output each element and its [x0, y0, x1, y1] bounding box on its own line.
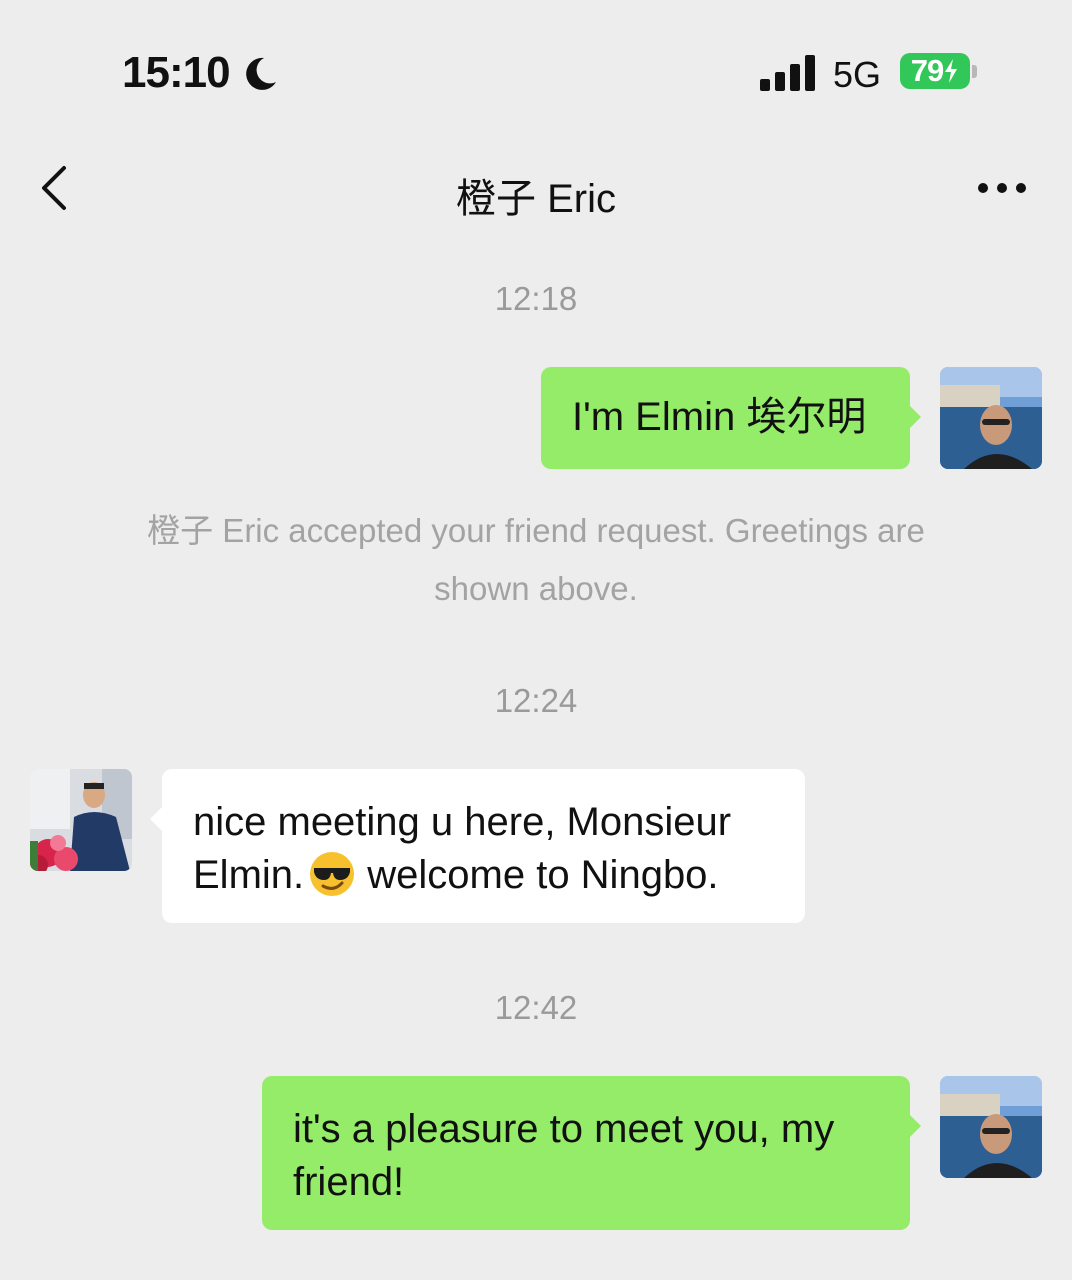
battery-level: 79: [910, 53, 944, 88]
message-bubble-incoming[interactable]: nice meeting u here, Monsieur Elmin. wel…: [162, 769, 805, 923]
avatar-self[interactable]: [940, 1076, 1042, 1178]
timestamp: 12:24: [494, 682, 578, 719]
bubble-tail: [909, 405, 921, 429]
system-note: 橙子 Eric accepted your friend request. Gr…: [147, 512, 925, 607]
message-bubble-outgoing[interactable]: it's a pleasure to meet you, my friend!: [262, 1076, 910, 1230]
charging-bolt-icon: [945, 59, 958, 83]
bubble-tail: [150, 807, 162, 831]
message-text: I'm Elmin 埃尔明: [572, 395, 867, 439]
sunglasses-emoji-icon: [310, 852, 355, 896]
battery-nub: [972, 65, 977, 78]
chat-title: 橙子 Eric: [456, 177, 616, 221]
message-bubble-outgoing[interactable]: I'm Elmin 埃尔明: [541, 367, 910, 469]
avatar-self[interactable]: [940, 367, 1042, 469]
status-time: 15:10: [122, 48, 231, 97]
signal-icon: [760, 55, 815, 91]
timestamp: 12:42: [494, 989, 578, 1026]
message-text: it's a pleasure to meet you, my friend!: [293, 1107, 835, 1204]
timestamp: 12:18: [494, 280, 578, 317]
moon-icon: [246, 57, 276, 90]
bubble-tail: [909, 1114, 921, 1138]
message-text: welcome to Ningbo.: [356, 853, 719, 897]
avatar-contact[interactable]: [30, 769, 132, 871]
battery-icon: 79: [900, 53, 970, 89]
network-type: 5G: [833, 54, 882, 95]
more-icon[interactable]: [974, 176, 1030, 200]
